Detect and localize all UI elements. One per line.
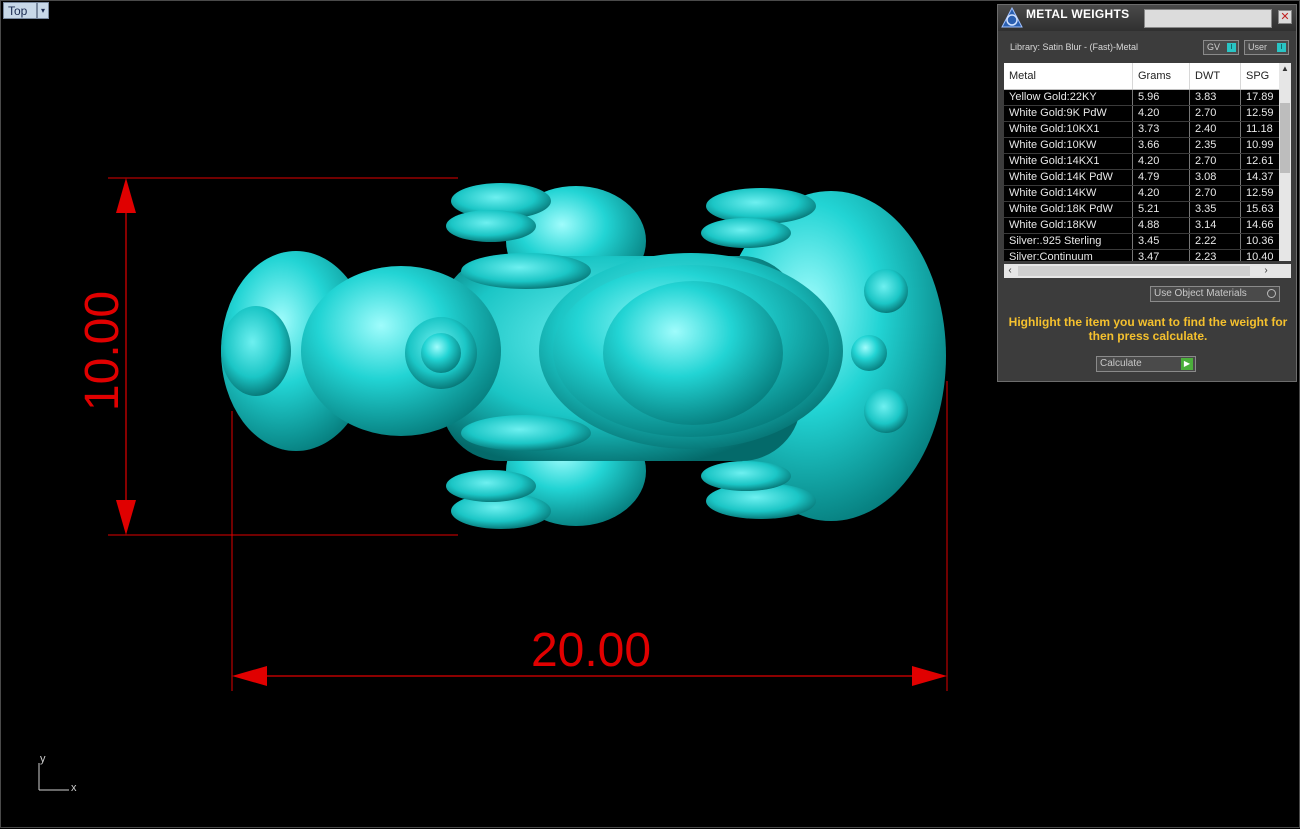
cell-metal: Silver:.925 Sterling bbox=[1004, 234, 1133, 249]
cell-metal: White Gold:18KW bbox=[1004, 218, 1133, 233]
column-header-metal[interactable]: Metal bbox=[1004, 63, 1133, 89]
table-row[interactable]: White Gold:10KX1 3.73 2.40 11.18 bbox=[1004, 122, 1279, 138]
cell-metal: White Gold:14KW bbox=[1004, 186, 1133, 201]
cell-dwt: 3.14 bbox=[1190, 218, 1241, 233]
cell-metal: White Gold:18K PdW bbox=[1004, 202, 1133, 217]
table-row[interactable]: White Gold:9K PdW 4.20 2.70 12.59 bbox=[1004, 106, 1279, 122]
axis-x-label: x bbox=[71, 782, 77, 794]
use-object-materials-label: Use Object Materials bbox=[1154, 288, 1247, 299]
cell-grams: 4.88 bbox=[1133, 218, 1190, 233]
use-object-materials-option[interactable]: Use Object Materials bbox=[1150, 286, 1280, 302]
cell-grams: 4.20 bbox=[1133, 186, 1190, 201]
ring-model bbox=[221, 183, 946, 529]
table-body: Yellow Gold:22KY 5.96 3.83 17.89 White Gold:… bbox=[1004, 90, 1279, 261]
cell-grams: 3.66 bbox=[1133, 138, 1190, 153]
cell-dwt: 2.70 bbox=[1190, 106, 1241, 121]
cell-metal: White Gold:10KX1 bbox=[1004, 122, 1133, 137]
toggle-knob-icon: I bbox=[1227, 43, 1236, 52]
viewport-title[interactable]: Top bbox=[3, 2, 37, 19]
cell-spg: 10.36 bbox=[1246, 235, 1274, 247]
user-toggle[interactable]: User I bbox=[1244, 40, 1289, 55]
table-row[interactable]: White Gold:18K PdW 5.21 3.35 15.63 bbox=[1004, 202, 1279, 218]
cell-dwt: 3.08 bbox=[1190, 170, 1241, 185]
table-row[interactable]: Yellow Gold:22KY 5.96 3.83 17.89 bbox=[1004, 90, 1279, 106]
table-row[interactable]: White Gold:14K PdW 4.79 3.08 14.37 bbox=[1004, 170, 1279, 186]
scrollbar-thumb[interactable] bbox=[1018, 266, 1250, 276]
cell-spg: 12.61 bbox=[1246, 155, 1274, 167]
cell-spg: 10.99 bbox=[1246, 139, 1274, 151]
cell-spg: 10.40 bbox=[1246, 251, 1274, 261]
metal-weights-panel: METAL WEIGHTS ✕ Library: Satin Blur - (F… bbox=[997, 4, 1297, 382]
cell-grams: 3.73 bbox=[1133, 122, 1190, 137]
axis-indicator-icon bbox=[38, 763, 69, 791]
metal-table[interactable]: Metal Grams DWT SPG Yellow Gold:22KY 5.96… bbox=[1004, 63, 1279, 261]
cell-grams: 4.20 bbox=[1133, 106, 1190, 121]
cell-metal: White Gold:9K PdW bbox=[1004, 106, 1133, 121]
cell-grams: 3.47 bbox=[1133, 250, 1190, 261]
instruction-text: Highlight the item you want to find the … bbox=[1008, 315, 1288, 343]
cell-dwt: 2.22 bbox=[1190, 234, 1241, 249]
library-label: Library: Satin Blur - (Fast)-Metal bbox=[1010, 42, 1139, 52]
cell-metal: White Gold:14KX1 bbox=[1004, 154, 1133, 169]
cell-grams: 4.20 bbox=[1133, 154, 1190, 169]
table-header: Metal Grams DWT SPG bbox=[1004, 63, 1279, 90]
table-row[interactable]: White Gold:14KX1 4.20 2.70 12.61 bbox=[1004, 154, 1279, 170]
cell-spg: 15.63 bbox=[1246, 203, 1274, 215]
cell-spg: 12.59 bbox=[1246, 107, 1274, 119]
cell-dwt: 3.35 bbox=[1190, 202, 1241, 217]
table-row[interactable]: White Gold:14KW 4.20 2.70 12.59 bbox=[1004, 186, 1279, 202]
cell-dwt: 2.70 bbox=[1190, 186, 1241, 201]
viewport-menu-chevron-down-icon[interactable]: ▾ bbox=[37, 2, 49, 19]
play-icon: ▶ bbox=[1181, 358, 1193, 370]
cell-metal: Silver:Continuum bbox=[1004, 250, 1133, 261]
radio-icon[interactable] bbox=[1267, 289, 1276, 298]
user-toggle-label: User bbox=[1248, 42, 1268, 52]
scroll-right-icon[interactable]: › bbox=[1260, 264, 1272, 278]
panel-titlebar[interactable]: METAL WEIGHTS ✕ bbox=[998, 5, 1296, 31]
cell-metal: White Gold:14K PdW bbox=[1004, 170, 1133, 185]
gv-toggle[interactable]: GV I bbox=[1203, 40, 1239, 55]
toggle-knob-icon: I bbox=[1277, 43, 1286, 52]
cell-grams: 4.79 bbox=[1133, 170, 1190, 185]
panel-title-field bbox=[1144, 9, 1272, 28]
column-header-spg[interactable]: SPG bbox=[1241, 63, 1279, 89]
cell-dwt: 3.83 bbox=[1190, 90, 1241, 105]
calculate-label: Calculate bbox=[1100, 358, 1142, 369]
table-row[interactable]: White Gold:10KW 3.66 2.35 10.99 bbox=[1004, 138, 1279, 154]
table-horizontal-scrollbar[interactable]: ‹ › bbox=[1004, 264, 1291, 278]
width-dimension-label: 20.00 bbox=[531, 624, 651, 677]
axis-y-label: y bbox=[40, 753, 46, 765]
app-logo-icon bbox=[1001, 7, 1023, 28]
close-icon[interactable]: ✕ bbox=[1278, 10, 1292, 24]
table-vertical-scrollbar[interactable]: ▲ bbox=[1279, 63, 1291, 261]
cell-dwt: 2.70 bbox=[1190, 154, 1241, 169]
cell-grams: 5.96 bbox=[1133, 90, 1190, 105]
cell-dwt: 2.40 bbox=[1190, 122, 1241, 137]
scroll-up-icon[interactable]: ▲ bbox=[1279, 63, 1291, 75]
cell-dwt: 2.35 bbox=[1190, 138, 1241, 153]
cell-spg: 17.89 bbox=[1246, 91, 1274, 103]
cell-spg: 14.37 bbox=[1246, 171, 1274, 183]
cell-spg: 14.66 bbox=[1246, 219, 1274, 231]
calculate-button[interactable]: Calculate ▶ bbox=[1096, 356, 1196, 372]
panel-title: METAL WEIGHTS bbox=[1026, 7, 1130, 21]
height-dimension-label: 10.00 bbox=[76, 291, 129, 411]
column-header-grams[interactable]: Grams bbox=[1133, 63, 1190, 89]
table-row[interactable]: Silver:.925 Sterling 3.45 2.22 10.36 bbox=[1004, 234, 1279, 250]
scroll-left-icon[interactable]: ‹ bbox=[1004, 264, 1016, 278]
cell-spg: 12.59 bbox=[1246, 187, 1274, 199]
gv-toggle-label: GV bbox=[1207, 42, 1221, 52]
cell-spg: 11.18 bbox=[1246, 123, 1273, 135]
cell-metal: Yellow Gold:22KY bbox=[1004, 90, 1133, 105]
table-row[interactable]: Silver:Continuum 3.47 2.23 10.40 bbox=[1004, 250, 1279, 261]
cell-grams: 3.45 bbox=[1133, 234, 1190, 249]
cell-metal: White Gold:10KW bbox=[1004, 138, 1133, 153]
scrollbar-thumb[interactable] bbox=[1280, 103, 1290, 173]
column-header-dwt[interactable]: DWT bbox=[1190, 63, 1241, 89]
cell-dwt: 2.23 bbox=[1190, 250, 1241, 261]
cell-grams: 5.21 bbox=[1133, 202, 1190, 217]
table-row[interactable]: White Gold:18KW 4.88 3.14 14.66 bbox=[1004, 218, 1279, 234]
